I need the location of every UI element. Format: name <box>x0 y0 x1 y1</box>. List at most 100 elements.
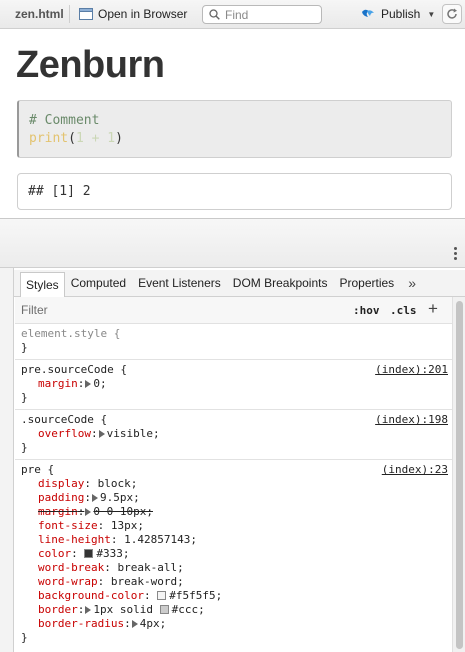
rule-close-brace: } <box>21 631 28 644</box>
color-swatch[interactable] <box>159 605 169 614</box>
color-swatch[interactable] <box>84 549 94 558</box>
code-paren-open: ( <box>68 131 76 146</box>
publish-button[interactable]: Publish ▼ <box>360 5 435 23</box>
rule-source-link[interactable]: (index):23 <box>382 463 448 477</box>
rule-selector[interactable]: element.style { <box>21 327 446 341</box>
code-operator: + <box>83 131 108 146</box>
scrollbar-thumb[interactable] <box>456 301 463 649</box>
devtools-tab-bar: Styles Computed Event Listeners DOM Brea… <box>14 270 465 297</box>
code-comment-line: # Comment <box>29 112 451 130</box>
css-value[interactable]: #333; <box>96 547 129 560</box>
css-property[interactable]: margin <box>38 505 78 518</box>
css-declaration[interactable]: border-radius: 4px; <box>21 617 446 631</box>
toolbar-divider <box>69 5 70 23</box>
css-declaration-overridden[interactable]: margin: 0 0 10px; <box>21 505 446 519</box>
find-box[interactable] <box>202 5 322 24</box>
search-icon <box>209 9 220 20</box>
css-declaration[interactable]: padding: 9.5px; <box>21 491 446 505</box>
styles-pane: :hov .cls + element.style { } pre.source… <box>15 297 452 652</box>
css-property[interactable]: font-size <box>38 519 98 532</box>
refresh-icon <box>447 8 457 19</box>
output-block: ## [1] 2 <box>17 173 452 210</box>
css-property[interactable]: overflow <box>38 427 91 440</box>
css-declaration[interactable]: word-break: break-all; <box>21 561 446 575</box>
css-value[interactable]: break-word; <box>111 575 184 588</box>
tab-computed[interactable]: Computed <box>65 270 132 296</box>
styles-filter-input[interactable] <box>21 303 221 317</box>
styles-filter-bar: :hov .cls + <box>15 297 452 324</box>
browser-window-icon <box>79 8 93 20</box>
expand-arrow-icon[interactable] <box>131 620 138 628</box>
css-declaration[interactable]: line-height: 1.42857143; <box>21 533 446 547</box>
class-toggle[interactable]: .cls <box>390 304 417 317</box>
css-value[interactable]: visible; <box>107 427 160 440</box>
chevron-down-icon[interactable]: ▼ <box>427 10 435 19</box>
new-rule-button[interactable]: + <box>428 299 438 319</box>
tab-styles[interactable]: Styles <box>20 272 65 297</box>
css-declaration[interactable]: color: #333; <box>21 547 446 561</box>
css-rule: .sourceCode { (index):198 overflow: visib… <box>15 410 452 460</box>
code-line: print(1 + 1) <box>29 130 451 148</box>
css-rule: pre.sourceCode { (index):201 margin: 0; } <box>15 360 452 410</box>
find-input[interactable] <box>225 7 315 22</box>
styles-scrollbar[interactable] <box>452 297 465 652</box>
css-property[interactable]: color <box>38 547 71 560</box>
css-declaration[interactable]: background-color: #f5f5f5; <box>21 589 446 603</box>
css-value[interactable]: break-all; <box>117 561 183 574</box>
tab-event-listeners[interactable]: Event Listeners <box>132 270 227 296</box>
css-property[interactable]: border-radius <box>38 617 124 630</box>
code-block: # Comment print(1 + 1) <box>17 100 452 158</box>
rule-close-brace: } <box>21 441 28 454</box>
css-declaration[interactable]: font-size: 13px; <box>21 519 446 533</box>
more-vertical-icon[interactable] <box>454 247 457 260</box>
expand-arrow-icon[interactable] <box>85 380 92 388</box>
refresh-button[interactable] <box>442 4 462 24</box>
devtools-splitter[interactable] <box>0 218 465 268</box>
css-property[interactable]: border <box>38 603 78 616</box>
rule-source-link[interactable]: (index):201 <box>375 363 448 377</box>
expand-arrow-icon[interactable] <box>85 508 92 516</box>
open-in-browser-button[interactable]: Open in Browser <box>79 5 187 23</box>
css-property[interactable]: background-color <box>38 589 144 602</box>
css-declaration[interactable]: word-wrap: break-word; <box>21 575 446 589</box>
css-value[interactable]: 4px; <box>140 617 167 630</box>
css-value[interactable]: 1.42857143; <box>124 533 197 546</box>
code-function: print <box>29 131 69 146</box>
expand-arrow-icon[interactable] <box>98 430 105 438</box>
tab-dom-breakpoints[interactable]: DOM Breakpoints <box>227 270 334 296</box>
hover-state-toggle[interactable]: :hov <box>353 304 380 317</box>
code-number: 1 <box>75 131 84 146</box>
publish-icon <box>362 9 374 17</box>
rule-source-link[interactable]: (index):198 <box>375 413 448 427</box>
file-name: zen.html <box>15 7 64 21</box>
expand-arrow-icon[interactable] <box>91 494 98 502</box>
tab-properties[interactable]: Properties <box>333 270 400 296</box>
css-value[interactable]: 1px solid <box>93 603 153 616</box>
css-property[interactable]: margin <box>38 377 78 390</box>
css-value[interactable]: #f5f5f5; <box>169 589 222 602</box>
css-value[interactable]: #ccc; <box>172 603 205 616</box>
page-title: Zenburn <box>16 44 165 86</box>
css-rule: pre { (index):23 display: block; padding… <box>15 460 452 649</box>
css-declaration[interactable]: margin: 0; <box>21 377 446 391</box>
css-property[interactable]: display <box>38 477 84 490</box>
css-value[interactable]: 9.5px; <box>100 491 140 504</box>
css-value[interactable]: block; <box>98 477 138 490</box>
css-property[interactable]: word-wrap <box>38 575 98 588</box>
tab-overflow-button[interactable]: » <box>400 270 424 296</box>
css-property[interactable]: line-height <box>38 533 111 546</box>
css-property[interactable]: padding <box>38 491 84 504</box>
css-rule: element.style { } <box>15 324 452 360</box>
css-declaration[interactable]: border: 1px solid #ccc; <box>21 603 446 617</box>
css-value[interactable]: 0 0 10px; <box>93 505 153 518</box>
css-value[interactable]: 0; <box>93 377 106 390</box>
color-swatch[interactable] <box>157 591 167 600</box>
css-declaration[interactable]: display: block; <box>21 477 446 491</box>
publish-label: Publish <box>381 7 421 21</box>
rule-close-brace: } <box>21 391 28 404</box>
css-declaration[interactable]: overflow: visible; <box>21 427 446 441</box>
code-paren-close: ) <box>115 131 123 146</box>
css-value[interactable]: 13px; <box>111 519 144 532</box>
expand-arrow-icon[interactable] <box>85 606 92 614</box>
css-property[interactable]: word-break <box>38 561 104 574</box>
